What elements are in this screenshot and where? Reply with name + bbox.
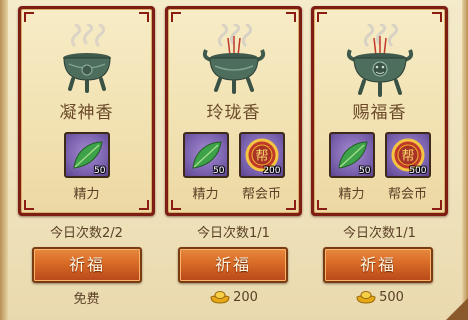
item-name: 精力 [192,187,219,202]
cost-text: 免费 [73,291,100,307]
item-name: 帮会币 [241,187,281,202]
item-count: 50 [213,166,225,176]
pray-button[interactable]: 祈福 [32,247,142,283]
item-count: 500 [409,166,427,176]
cost-label: 200 [165,287,302,307]
coin-glyph: 帮 [401,149,414,164]
card-title: 赐福香 [352,103,407,123]
gold-ingot-icon [210,291,230,304]
reward-item[interactable]: 50 精力 [182,132,229,202]
left-frame-strip [0,0,8,320]
daily-times-label: 今日次数1/1 [343,226,416,241]
card-title: 凝神香 [59,103,114,123]
reward-item[interactable]: 帮 200 帮会币 [238,132,285,202]
item-name: 精力 [73,187,100,202]
item-name: 精力 [338,187,365,202]
reward-item[interactable]: 50 精力 [328,132,375,202]
reward-items: 50 精力 帮 500 帮会币 [315,132,444,202]
card-title: 玲珑香 [206,103,261,123]
reward-item[interactable]: 帮 500 帮会币 [384,132,431,202]
daily-times-label: 今日次数2/2 [50,226,123,241]
pray-button[interactable]: 祈福 [323,247,433,283]
cost-label: 免费 [18,287,155,307]
gold-ingot-icon [356,291,376,304]
cost-text: 200 [233,289,258,305]
reward-items: 50 精力 帮 200 帮会币 [169,132,298,202]
item-count: 200 [263,166,281,176]
pray-button[interactable]: 祈福 [178,247,288,283]
right-frame-strip [462,0,468,320]
daily-times-label: 今日次数1/1 [197,226,270,241]
censer-handled-icon [202,24,265,94]
censer-small-icon [62,24,111,93]
coin-glyph: 帮 [255,149,268,164]
item-count: 50 [359,166,371,176]
censer-ornate-icon [346,24,413,97]
cost-text: 500 [379,289,404,305]
item-name: 帮会币 [387,187,427,202]
incense-card-1: 凝神香 50 精力 [18,6,155,216]
reward-items: 50 精力 [22,132,151,202]
incense-card-3: 赐福香 50 精力 帮 500 帮会币 [311,6,448,216]
item-count: 50 [94,166,106,176]
reward-item[interactable]: 50 精力 [63,132,110,202]
cost-label: 500 [311,287,448,307]
incense-card-2: 玲珑香 50 精力 帮 200 帮会币 [165,6,302,216]
